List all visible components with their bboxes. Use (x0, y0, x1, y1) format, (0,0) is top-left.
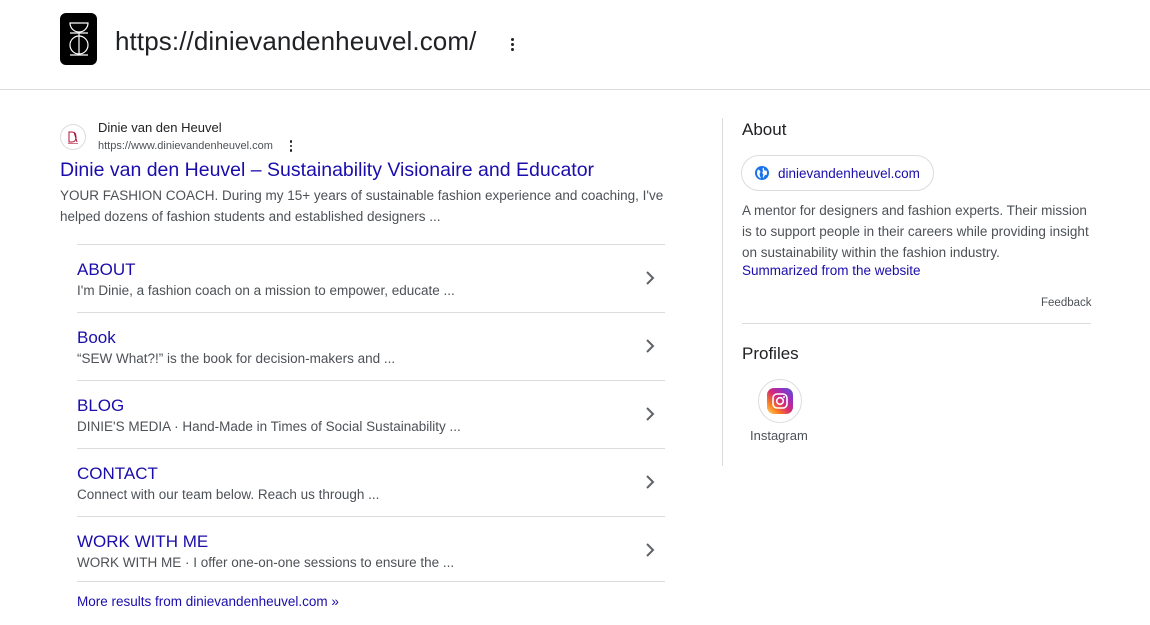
sitelink-title[interactable]: BLOG (77, 396, 124, 416)
site-url[interactable]: https://dinievandenheuvel.com/ (115, 26, 476, 57)
more-vert-icon[interactable] (505, 32, 519, 56)
sitelink-description: “SEW What?!” is the book for decision-ma… (77, 351, 396, 366)
chevron-right-icon (646, 475, 655, 489)
about-heading: About (742, 120, 787, 139)
sitelink-title[interactable]: Book (77, 328, 116, 348)
sitelink-title[interactable]: WORK WITH ME (77, 532, 208, 552)
sitelink-contact[interactable]: CONTACT Connect with our team below. Rea… (77, 449, 665, 517)
sitelink-work-with-me[interactable]: WORK WITH ME WORK WITH ME · I offer one-… (77, 517, 665, 582)
source-site-name[interactable]: Dinie van den Heuvel (98, 120, 222, 135)
result-snippet: YOUR FASHION COACH. During my 15+ years … (60, 188, 664, 224)
panel-divider (722, 118, 723, 466)
sitelink-description: DINIE'S MEDIA · Hand-Made in Times of So… (77, 419, 461, 434)
result-title-link[interactable]: Dinie van den Heuvel – Sustainability Vi… (60, 159, 594, 182)
instagram-icon (767, 388, 793, 414)
site-favicon-icon (60, 124, 86, 150)
sitelink-title[interactable]: CONTACT (77, 464, 158, 484)
website-chip[interactable]: dinievandenheuvel.com (741, 155, 934, 191)
sitelink-description: WORK WITH ME · I offer one-on-one sessio… (77, 555, 455, 570)
website-chip-label: dinievandenheuvel.com (778, 165, 920, 181)
profiles-heading: Profiles (742, 344, 799, 363)
sitelink-description: I'm Dinie, a fashion coach on a mission … (77, 283, 455, 298)
instagram-profile-button[interactable] (758, 379, 802, 423)
sitelink-description: Connect with our team below. Reach us th… (77, 487, 380, 502)
section-divider (742, 323, 1091, 324)
chevron-right-icon (646, 271, 655, 285)
about-description: A mentor for designers and fashion exper… (742, 203, 1089, 260)
source-more-vert-icon[interactable] (286, 139, 296, 153)
sitelinks-list: ABOUT I'm Dinie, a fashion coach on a mi… (77, 244, 665, 582)
summarized-from-website-link[interactable]: Summarized from the website (742, 263, 921, 278)
feedback-link[interactable]: Feedback (1041, 297, 1092, 309)
site-header: https://dinievandenheuvel.com/ (0, 0, 1150, 90)
chevron-right-icon (646, 543, 655, 557)
source-cite-url[interactable]: https://www.dinievandenheuvel.com (98, 140, 273, 152)
globe-icon (755, 166, 769, 180)
sitelink-about[interactable]: ABOUT I'm Dinie, a fashion coach on a mi… (77, 245, 665, 313)
chevron-right-icon (646, 339, 655, 353)
sitelink-blog[interactable]: BLOG DINIE'S MEDIA · Hand-Made in Times … (77, 381, 665, 449)
instagram-profile-label[interactable]: Instagram (750, 428, 808, 443)
more-results-link[interactable]: More results from dinievandenheuvel.com … (77, 594, 339, 609)
sitelink-title[interactable]: ABOUT (77, 260, 136, 280)
site-logo-icon[interactable] (60, 13, 97, 65)
sitelink-book[interactable]: Book “SEW What?!” is the book for decisi… (77, 313, 665, 381)
chevron-right-icon (646, 407, 655, 421)
